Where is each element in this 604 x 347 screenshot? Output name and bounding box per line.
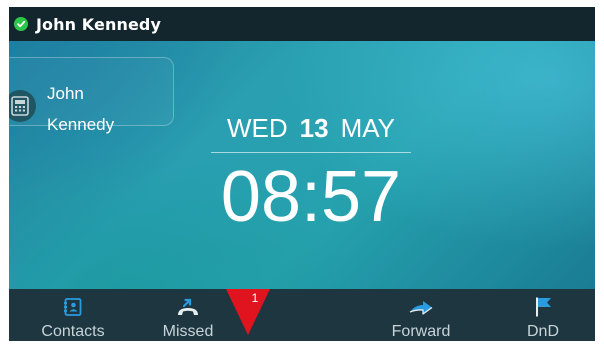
registered-check-icon xyxy=(14,17,28,31)
contacts-softkey[interactable]: Contacts xyxy=(29,289,117,341)
dnd-label: DnD xyxy=(526,323,559,340)
phone-screen: John Kennedy John Kennedy WED 13 MAY 08:… xyxy=(9,7,595,341)
day-of-week: WED xyxy=(226,113,288,143)
missed-calls-softkey[interactable]: Missed xyxy=(144,289,232,341)
desk-phone-icon xyxy=(9,90,36,122)
missed-count: 1 xyxy=(251,291,259,305)
status-bar: John Kennedy xyxy=(9,7,595,41)
line-key-label-first: John xyxy=(47,84,84,103)
contacts-icon xyxy=(63,295,83,319)
forward-arrow-icon xyxy=(407,295,435,319)
dnd-softkey[interactable]: DnD xyxy=(508,289,578,341)
missed-call-icon xyxy=(175,295,201,319)
date-display: WED 13 MAY xyxy=(211,113,411,144)
missed-label: Missed xyxy=(162,323,214,340)
forward-label: Forward xyxy=(391,323,451,340)
flag-icon xyxy=(533,295,553,319)
day-of-month: 13 xyxy=(299,113,329,143)
line-key-label-last: Kennedy xyxy=(47,115,115,134)
clock-time: 08:57 xyxy=(220,157,402,237)
account-name: John Kennedy xyxy=(36,14,161,34)
date-divider xyxy=(211,152,411,153)
line-key[interactable]: John Kennedy xyxy=(9,57,174,134)
forward-softkey[interactable]: Forward xyxy=(377,289,465,341)
contacts-label: Contacts xyxy=(41,323,105,340)
softkey-bar: Contacts Missed Forward DnD xyxy=(9,289,595,341)
idle-screen: John Kennedy WED 13 MAY 08:57 xyxy=(9,41,595,289)
month: MAY xyxy=(340,113,395,143)
